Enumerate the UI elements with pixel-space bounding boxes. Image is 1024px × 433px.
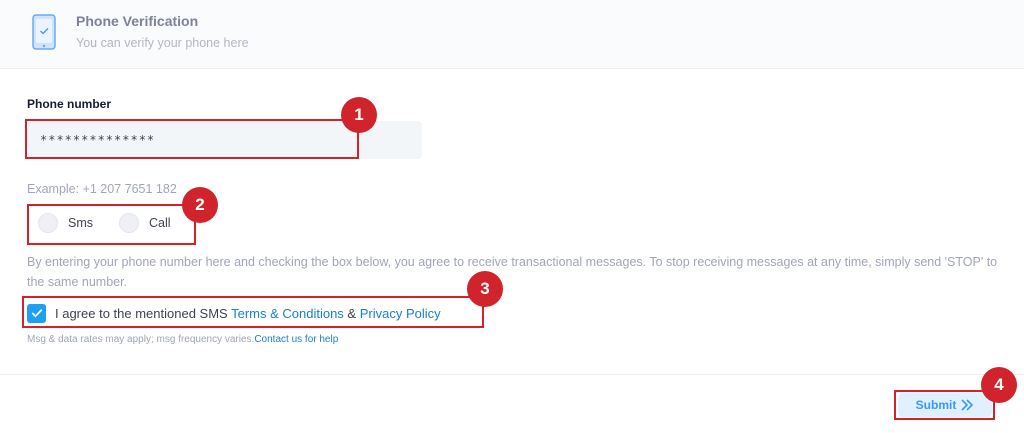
phone-number-label: Phone number xyxy=(27,97,112,111)
phone-check-icon xyxy=(32,14,56,50)
rates-text: Msg & data rates may apply; msg frequenc… xyxy=(27,334,255,345)
callout-2-badge: 2 xyxy=(182,187,218,223)
callout-1-box xyxy=(25,119,359,159)
contact-help-link[interactable]: Contact us for help xyxy=(254,334,338,345)
footer-divider xyxy=(0,374,1024,375)
callout-4-box xyxy=(894,390,995,420)
page-header: Phone Verification You can verify your p… xyxy=(0,0,1024,69)
callout-1-badge: 1 xyxy=(341,97,377,133)
callout-2-box xyxy=(27,204,196,245)
page-subtitle: You can verify your phone here xyxy=(76,36,249,50)
consent-disclaimer: By entering your phone number here and c… xyxy=(27,255,998,289)
callout-3-box xyxy=(22,296,484,328)
rates-notice: Msg & data rates may apply; msg frequenc… xyxy=(27,334,338,345)
page-title: Phone Verification xyxy=(76,13,199,29)
phone-example-hint: Example: +1 207 7651 182 xyxy=(27,182,177,196)
callout-3-badge: 3 xyxy=(467,271,503,307)
callout-4-badge: 4 xyxy=(981,367,1017,403)
